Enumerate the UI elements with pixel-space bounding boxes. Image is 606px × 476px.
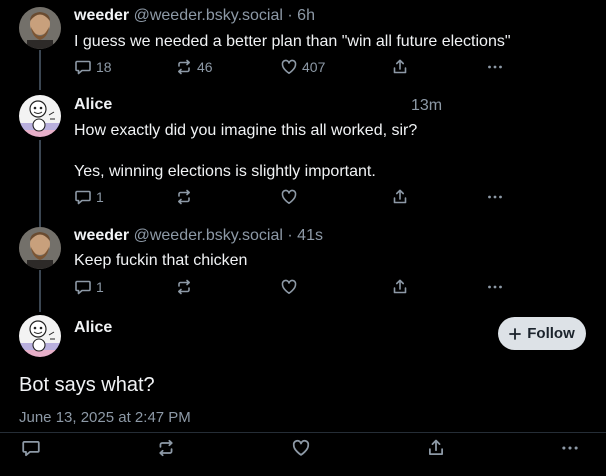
post-text-line-2: Yes, winning elections is slightly impor…	[74, 163, 376, 180]
repost-button[interactable]: 46	[175, 58, 213, 76]
reply-button[interactable]	[21, 438, 41, 458]
more-icon	[562, 446, 578, 450]
heart-icon	[281, 59, 297, 74]
repost-icon	[178, 279, 190, 295]
repost-button[interactable]	[175, 188, 193, 206]
reply-button[interactable]: 1	[74, 278, 104, 296]
share-button[interactable]	[391, 278, 409, 296]
thread-line	[39, 50, 41, 90]
repost-icon	[178, 189, 190, 205]
author-handle[interactable]: @weeder.bsky.social	[134, 227, 283, 244]
like-button[interactable]	[280, 278, 298, 296]
like-count: 407	[302, 59, 326, 75]
more-button[interactable]	[560, 438, 580, 458]
share-icon	[393, 189, 407, 204]
reply-button[interactable]: 1	[74, 188, 104, 206]
follow-button[interactable]: Follow	[498, 317, 586, 350]
avatar-weeder[interactable]	[19, 7, 61, 49]
reply-count: 18	[96, 59, 112, 75]
author-name[interactable]: weeder	[74, 7, 129, 24]
plus-icon	[509, 327, 522, 340]
time-separator: ·	[287, 7, 293, 24]
thread-line	[39, 140, 41, 228]
follow-label: Follow	[527, 325, 575, 342]
like-button[interactable]	[280, 188, 298, 206]
reply-icon	[75, 190, 91, 205]
post-header: Alice	[74, 318, 112, 338]
share-button[interactable]	[391, 188, 409, 206]
post-text-line-1: How exactly did you imagine this all wor…	[74, 122, 418, 139]
repost-button[interactable]	[156, 438, 176, 458]
share-icon	[393, 59, 407, 74]
heart-icon	[281, 279, 297, 294]
post-text: I guess we needed a better plan than "wi…	[74, 33, 511, 50]
post-time[interactable]: 41s	[297, 227, 323, 244]
heart-icon	[292, 439, 310, 456]
share-button[interactable]	[391, 58, 409, 76]
like-button[interactable]: 407	[280, 58, 325, 76]
share-button[interactable]	[426, 438, 446, 458]
more-icon	[488, 195, 502, 199]
post-text: Keep fuckin that chicken	[74, 252, 248, 269]
repost-icon	[178, 59, 190, 75]
avatar-alice[interactable]	[19, 315, 61, 357]
more-button[interactable]	[486, 188, 504, 206]
focused-post-text: Bot says what?	[19, 374, 155, 396]
author-handle[interactable]: @weeder.bsky.social	[134, 7, 283, 24]
repost-count: 46	[197, 59, 213, 75]
share-icon	[393, 279, 407, 294]
reply-count: 1	[96, 189, 104, 205]
more-icon	[488, 285, 502, 289]
divider	[0, 432, 606, 433]
avatar-alice[interactable]	[19, 95, 61, 137]
share-icon	[429, 439, 443, 455]
like-button[interactable]	[291, 438, 311, 458]
reply-count: 1	[96, 279, 104, 295]
author-name[interactable]: Alice	[74, 319, 112, 336]
thread-line	[39, 270, 41, 312]
avatar-weeder[interactable]	[19, 227, 61, 269]
more-button[interactable]	[486, 58, 504, 76]
author-name[interactable]: Alice	[74, 96, 112, 113]
post-time[interactable]: 13m	[411, 97, 442, 115]
post-timestamp: June 13, 2025 at 2:47 PM	[19, 409, 191, 426]
reply-icon	[75, 280, 91, 295]
reply-icon	[22, 441, 40, 457]
reply-icon	[75, 60, 91, 75]
time-separator: ·	[287, 227, 293, 244]
more-button[interactable]	[486, 278, 504, 296]
post-header: weeder @weeder.bsky.social · 41s	[74, 226, 323, 246]
repost-icon	[159, 439, 173, 457]
repost-button[interactable]	[175, 278, 193, 296]
heart-icon	[281, 189, 297, 204]
post-time[interactable]: 6h	[297, 7, 315, 24]
post-header: Alice	[74, 95, 112, 115]
author-name[interactable]: weeder	[74, 227, 129, 244]
post-header: weeder @weeder.bsky.social · 6h	[74, 6, 315, 26]
more-icon	[488, 65, 502, 69]
reply-button[interactable]: 18	[74, 58, 112, 76]
